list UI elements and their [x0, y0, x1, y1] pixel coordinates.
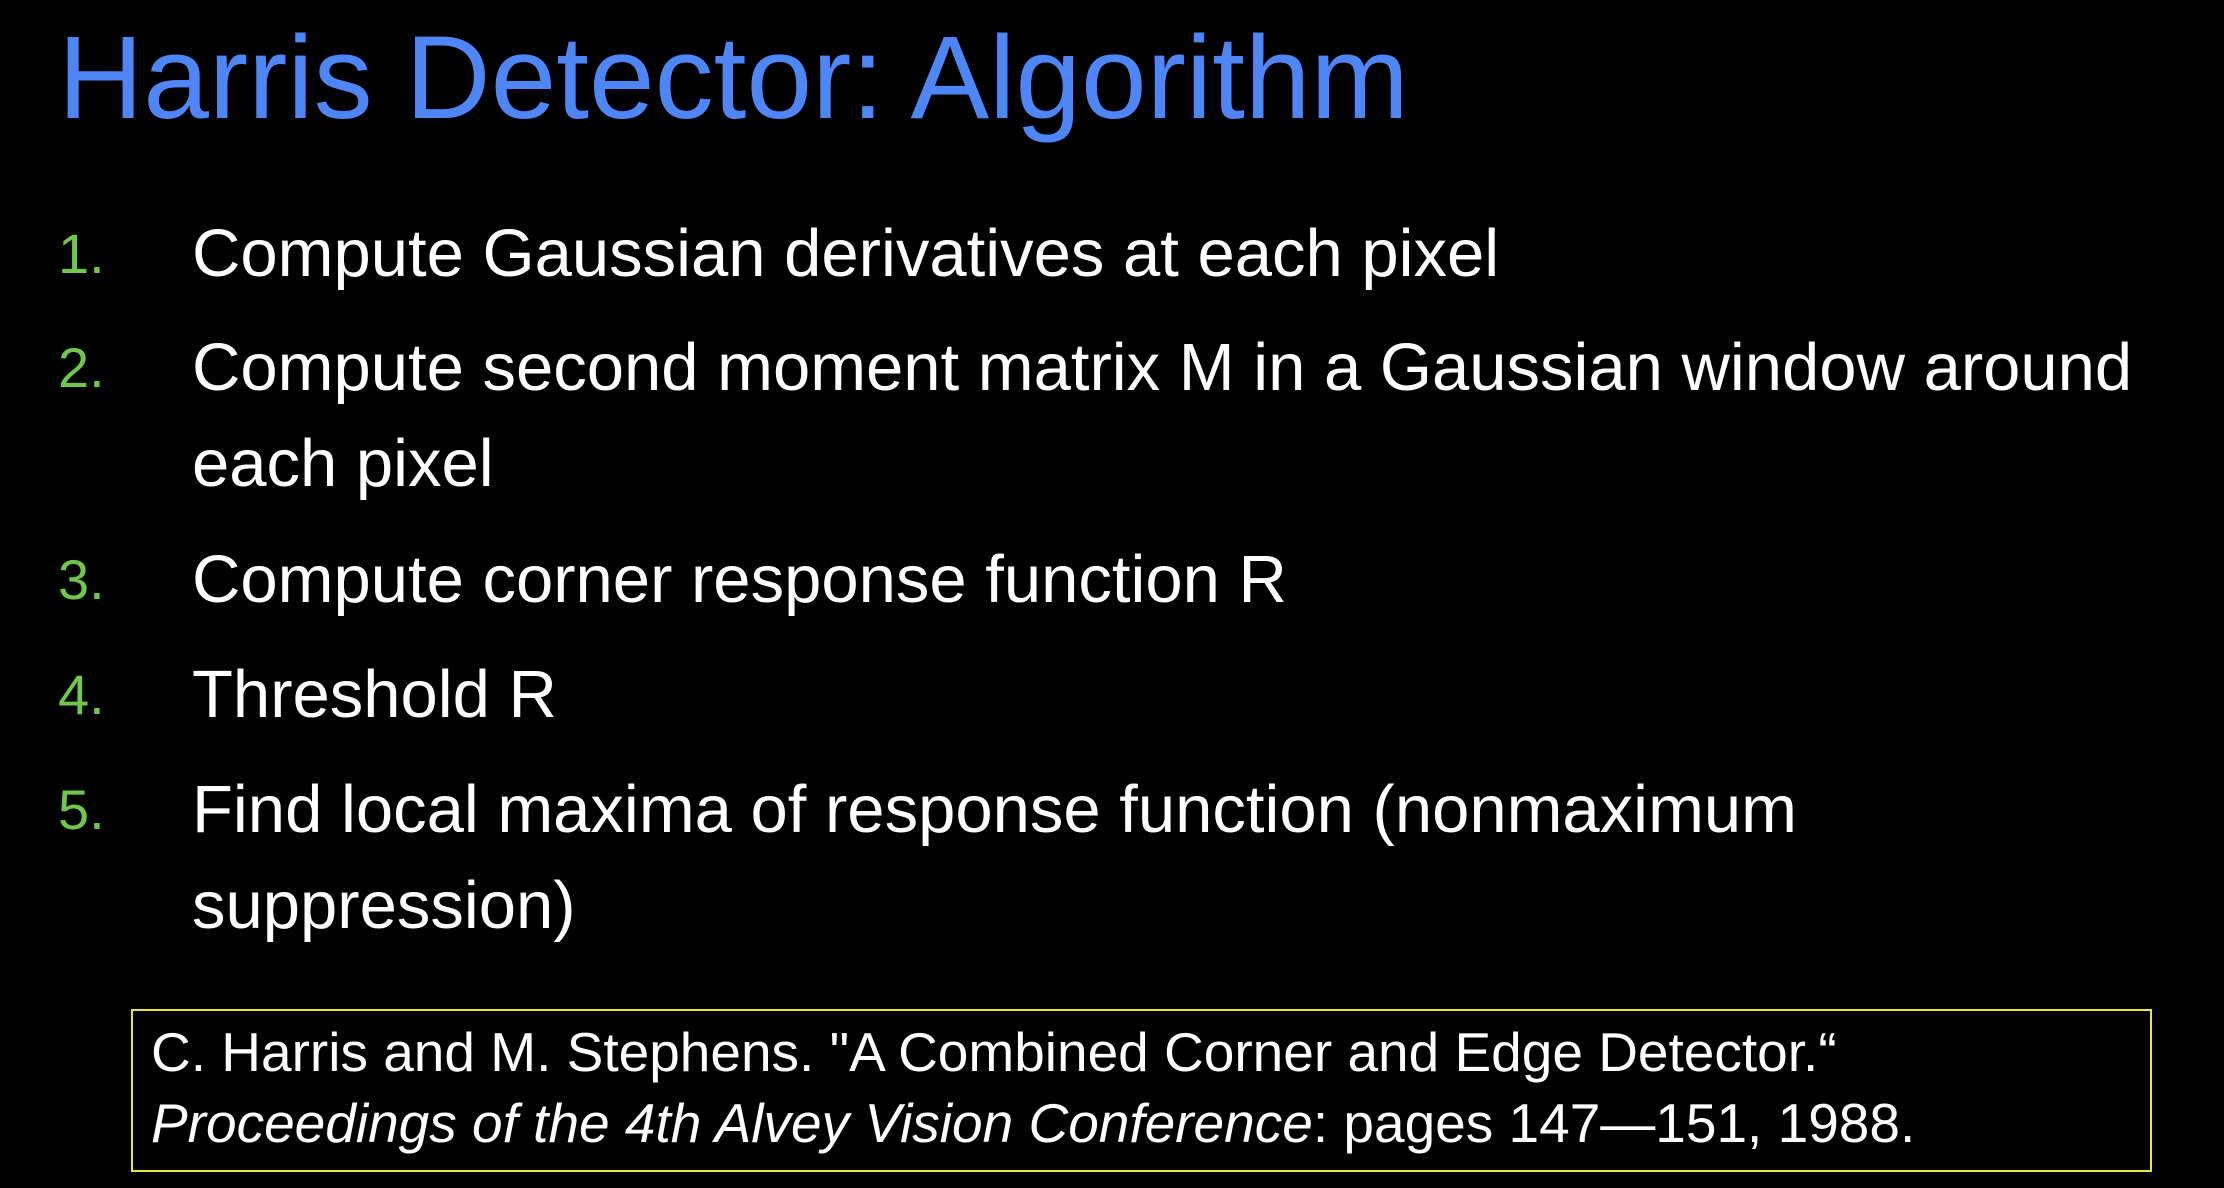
step-text: Find local maxima of response function (… — [192, 772, 1797, 943]
step-text: Compute second moment matrix M in a Gaus… — [192, 330, 2133, 501]
citation-box: C. Harris and M. Stephens. "A Combined C… — [131, 1009, 2152, 1172]
step-number: 3. — [58, 548, 105, 611]
citation-authors-title: C. Harris and M. Stephens. "A Combined C… — [151, 1021, 1837, 1083]
citation-pages-year: : pages 147—151, 1988. — [1312, 1092, 1916, 1154]
step-text: Threshold R — [192, 657, 557, 732]
step-number: 4. — [58, 663, 105, 726]
step-number: 1. — [58, 222, 105, 285]
citation-source: Proceedings of the 4th Alvey Vision Conf… — [151, 1088, 2150, 1159]
step-text: Compute corner response function R — [192, 542, 1287, 617]
algorithm-steps: 1. Compute Gaussian derivatives at each … — [0, 0, 2224, 1000]
step-number: 5. — [58, 778, 105, 841]
step-text: Compute Gaussian derivatives at each pix… — [192, 216, 1500, 291]
step-number: 2. — [58, 336, 105, 399]
citation-venue: Proceedings of the 4th Alvey Vision Conf… — [151, 1092, 1313, 1154]
